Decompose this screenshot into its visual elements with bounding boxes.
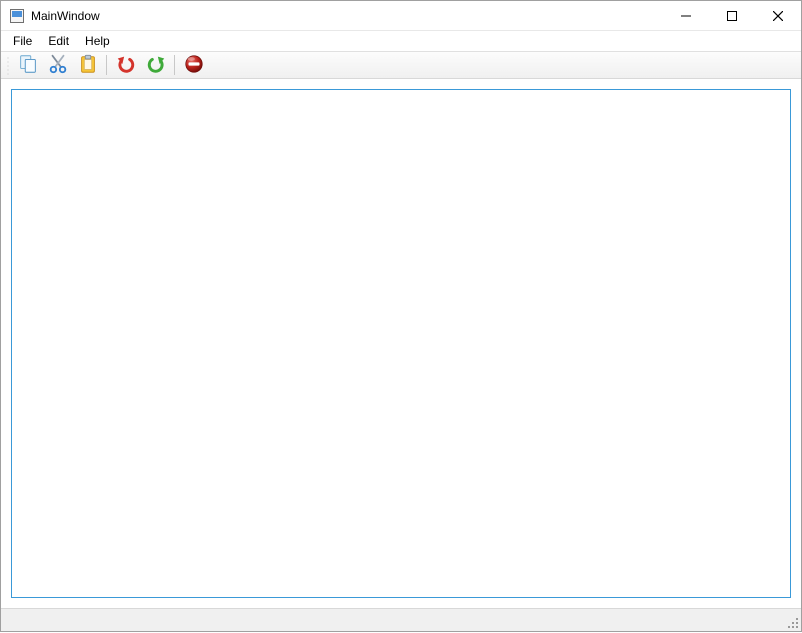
statusbar	[1, 608, 801, 631]
content-area	[1, 79, 801, 608]
toolbar-grip[interactable]	[5, 55, 9, 75]
toolbar-separator	[174, 55, 175, 75]
redo-icon	[145, 53, 167, 78]
window-controls	[663, 1, 801, 30]
no-entry-icon	[183, 53, 205, 78]
toolbar	[1, 51, 801, 79]
toolbar-separator	[106, 55, 107, 75]
menu-edit[interactable]: Edit	[40, 33, 77, 49]
close-button[interactable]	[755, 1, 801, 30]
titlebar: MainWindow	[1, 1, 801, 31]
redo-button[interactable]	[142, 53, 170, 77]
clipboard-icon	[77, 53, 99, 78]
resize-grip[interactable]	[784, 614, 800, 630]
app-icon	[9, 8, 25, 24]
maximize-button[interactable]	[709, 1, 755, 30]
cut-button[interactable]	[44, 53, 72, 77]
copy-button[interactable]	[14, 53, 42, 77]
menu-file[interactable]: File	[5, 33, 40, 49]
window-title: MainWindow	[31, 9, 663, 23]
scissors-icon	[47, 53, 69, 78]
stop-button[interactable]	[180, 53, 208, 77]
minimize-button[interactable]	[663, 1, 709, 30]
paste-button[interactable]	[74, 53, 102, 77]
undo-icon	[115, 53, 137, 78]
undo-button[interactable]	[112, 53, 140, 77]
menu-help[interactable]: Help	[77, 33, 118, 49]
main-text-editor[interactable]	[11, 89, 791, 598]
copy-icon	[17, 53, 39, 78]
menubar: File Edit Help	[1, 31, 801, 51]
